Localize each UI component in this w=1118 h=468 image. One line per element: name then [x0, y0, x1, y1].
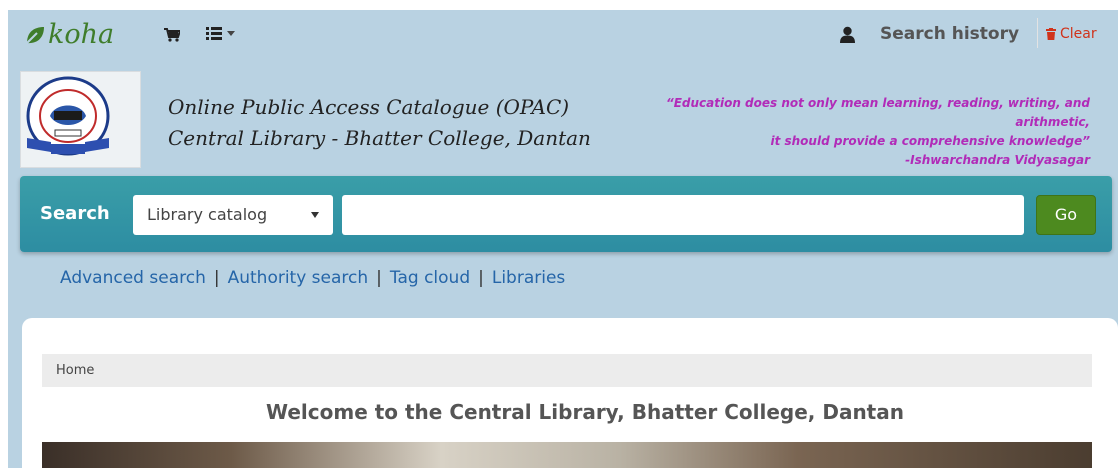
catalog-select-value: Library catalog [147, 205, 268, 224]
navbar-divider [1037, 18, 1038, 48]
go-button[interactable]: Go [1036, 195, 1096, 235]
quote-line2: arithmetic, [1015, 115, 1090, 129]
opac-title-line2: Central Library - Bhatter College, Danta… [168, 126, 591, 150]
search-links: Advanced search | Authority search | Tag… [60, 268, 565, 288]
chevron-down-icon [227, 31, 235, 36]
tag-cloud-link[interactable]: Tag cloud [390, 268, 470, 288]
advanced-search-link[interactable]: Advanced search [60, 268, 206, 288]
search-history-link[interactable]: Search history [880, 24, 1019, 44]
clear-label: Clear [1060, 26, 1097, 42]
header-quote: “Education does not only mean learning, … [598, 94, 1090, 170]
college-crest-logo [20, 71, 141, 168]
authority-search-link[interactable]: Authority search [228, 268, 369, 288]
user-icon[interactable] [840, 26, 855, 43]
catalog-select[interactable]: Library catalog [133, 195, 333, 235]
link-separator: | [478, 268, 484, 288]
list-icon [206, 27, 222, 40]
search-input[interactable] [342, 195, 1024, 235]
trash-icon [1046, 28, 1056, 40]
breadcrumb-home[interactable]: Home [56, 363, 94, 378]
breadcrumb: Home [42, 354, 1092, 387]
quote-author: -Ishwarchandra Vidyasagar [905, 153, 1090, 167]
cart-icon[interactable] [164, 28, 180, 42]
logo-text: koha [48, 19, 115, 50]
link-separator: | [213, 268, 220, 288]
opac-title: Online Public Access Catalogue (OPAC) Ce… [168, 92, 591, 154]
main-content: Home Welcome to the Central Library, Bha… [22, 318, 1118, 468]
clear-history-link[interactable]: Clear [1046, 26, 1097, 42]
libraries-link[interactable]: Libraries [492, 268, 565, 288]
quote-line3: it should provide a comprehensive knowle… [770, 134, 1090, 148]
opac-page: koha Search history Clear Online Public … [8, 10, 1118, 468]
quote-line1: “Education does not only mean learning, … [665, 96, 1090, 110]
link-separator: | [376, 268, 382, 288]
koha-logo[interactable]: koha [24, 19, 115, 50]
top-navbar: koha Search history Clear [8, 10, 1118, 60]
leaf-icon [26, 27, 44, 44]
library-banner-image [42, 442, 1092, 468]
search-bar: Search Library catalog Go [20, 176, 1112, 252]
search-label: Search [40, 203, 110, 224]
lists-menu-button[interactable] [206, 27, 235, 40]
opac-title-line1: Online Public Access Catalogue (OPAC) [168, 95, 570, 119]
chevron-down-icon [311, 212, 319, 218]
welcome-heading: Welcome to the Central Library, Bhatter … [266, 400, 904, 424]
